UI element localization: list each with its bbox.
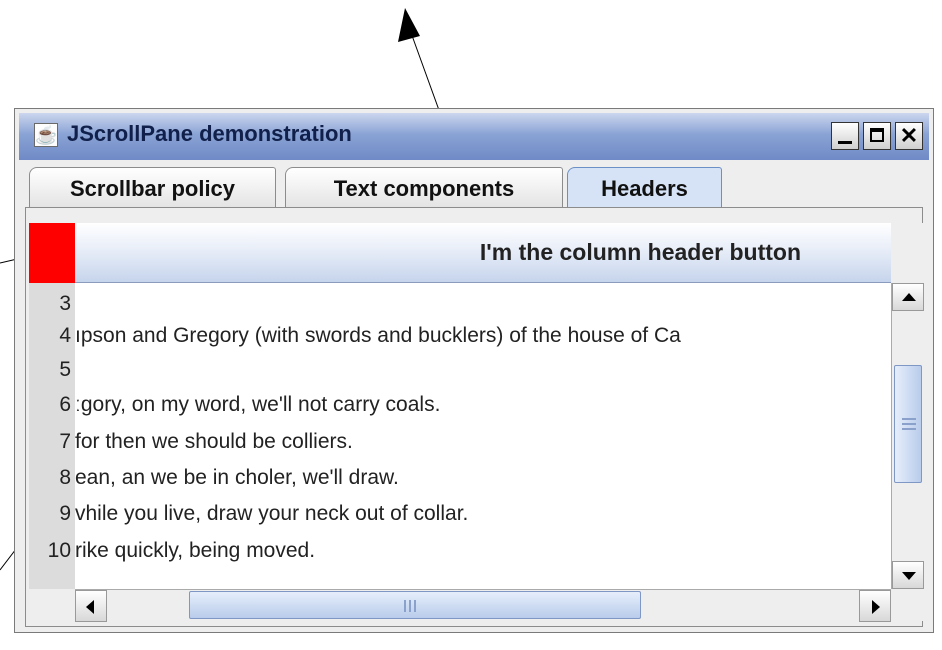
grip-line xyxy=(902,428,916,430)
tab-headers[interactable]: Headers xyxy=(567,167,722,207)
scroll-down-button[interactable] xyxy=(892,561,924,589)
tab-text-components[interactable]: Text components xyxy=(285,167,563,207)
maximize-button[interactable] xyxy=(863,122,891,150)
application-window: ☕ JScrollPane demonstration ✕ Scrollbar … xyxy=(14,108,934,633)
scroll-up-button[interactable] xyxy=(892,283,924,311)
column-header-button[interactable]: I'm the column header button xyxy=(75,223,891,283)
column-header-pointer-arrowhead xyxy=(398,8,420,42)
right-arrow-icon xyxy=(872,600,880,614)
scroll-right-button[interactable] xyxy=(859,590,891,622)
text-line: ıpson and Gregory (with swords and buckl… xyxy=(75,324,681,347)
close-icon: ✕ xyxy=(899,123,919,148)
up-arrow-icon xyxy=(902,293,916,301)
row-number: 8 xyxy=(59,466,71,489)
horizontal-scroll-thumb[interactable] xyxy=(189,591,641,619)
tab-label: Scrollbar policy xyxy=(69,176,236,201)
grip-line xyxy=(902,418,916,420)
tab-scrollbar-policy[interactable]: Scrollbar policy xyxy=(29,167,276,207)
grip-line xyxy=(404,600,406,612)
window-title: JScrollPane demonstration xyxy=(67,121,352,146)
text-line: vhile you live, draw your neck out of co… xyxy=(75,502,469,525)
row-number: 10 xyxy=(47,539,71,562)
minimize-icon xyxy=(838,141,852,144)
grip-line xyxy=(902,423,916,425)
left-arrow-icon xyxy=(86,600,94,614)
text-viewport[interactable]: ıpson and Gregory (with swords and buckl… xyxy=(75,283,891,589)
upper-right-corner xyxy=(891,223,923,283)
title-bar[interactable]: ☕ JScrollPane demonstration ✕ xyxy=(19,113,929,160)
tab-label: Headers xyxy=(601,176,688,201)
upper-left-corner xyxy=(29,223,75,283)
text-line: rike quickly, being moved. xyxy=(75,539,316,562)
java-cup-icon: ☕ xyxy=(34,123,58,147)
vertical-scrollbar[interactable] xyxy=(891,283,924,589)
row-number: 5 xyxy=(59,358,71,381)
row-header: 3 4 5 6 7 8 9 10 xyxy=(29,283,75,589)
row-number: 4 xyxy=(59,324,71,347)
scroll-left-button[interactable] xyxy=(75,590,107,622)
row-number: 3 xyxy=(59,292,71,315)
maximize-icon xyxy=(870,128,884,142)
close-button[interactable]: ✕ xyxy=(895,122,923,150)
lower-right-corner xyxy=(891,589,923,621)
horizontal-scrollbar[interactable] xyxy=(75,589,891,622)
text-line: ːgory, on my word, we'll not carry coals… xyxy=(75,393,441,416)
text-line: ean, an we be in choler, we'll draw. xyxy=(75,466,399,489)
down-arrow-icon xyxy=(902,572,916,580)
row-number: 6 xyxy=(59,393,71,416)
text-line: for then we should be colliers. xyxy=(75,430,353,453)
tab-label: Text components xyxy=(333,176,515,201)
grip-line xyxy=(409,600,411,612)
minimize-button[interactable] xyxy=(831,122,859,150)
row-number: 9 xyxy=(59,502,71,525)
vertical-scroll-thumb[interactable] xyxy=(894,365,922,483)
row-number: 7 xyxy=(59,430,71,453)
grip-line xyxy=(414,600,416,612)
lower-left-corner xyxy=(29,589,75,621)
column-header-label: I'm the column header button xyxy=(479,239,801,265)
